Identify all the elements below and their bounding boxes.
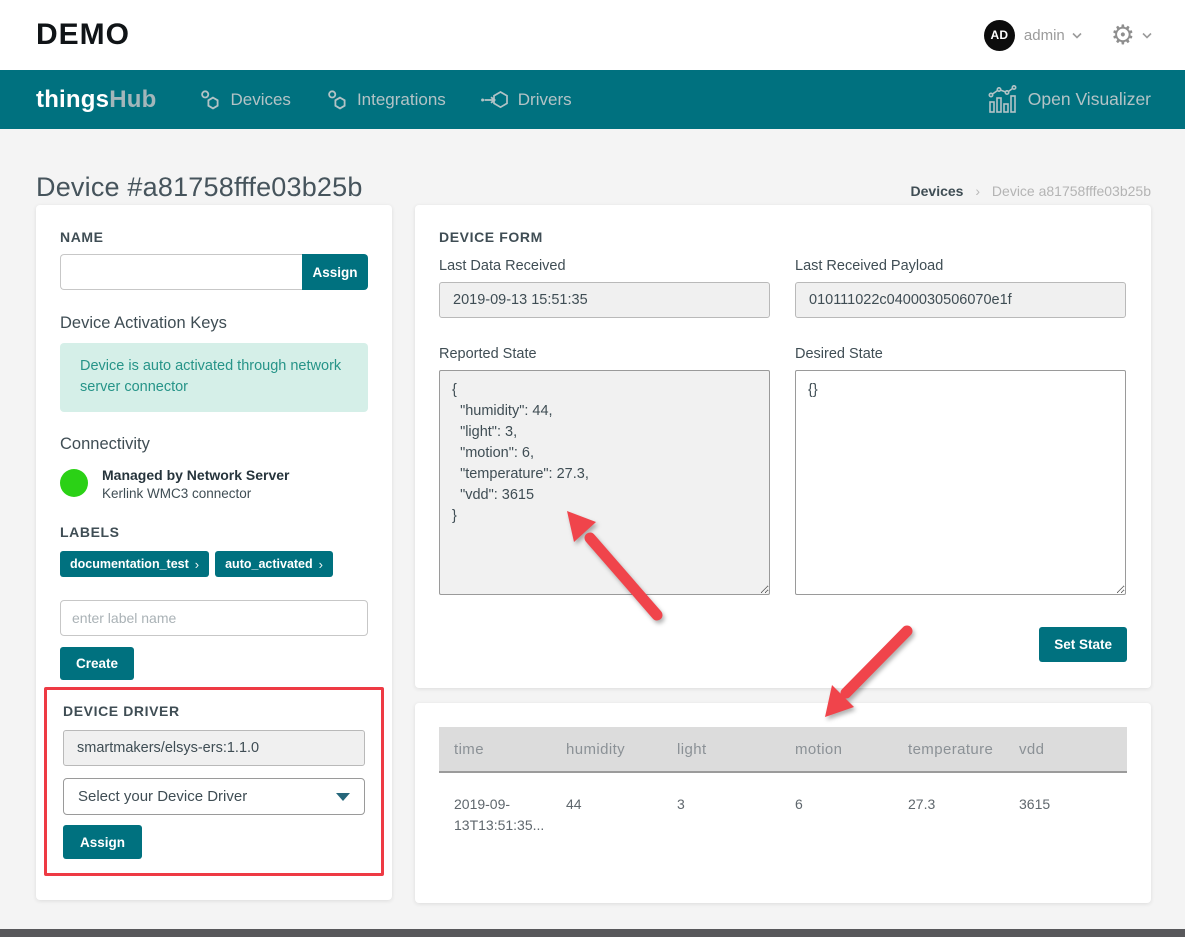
breadcrumb-separator: › [975, 183, 980, 199]
desired-state-label: Desired State [795, 346, 1126, 362]
name-section-heading: NAME [60, 229, 368, 245]
device-name-input[interactable] [60, 254, 302, 290]
cell-light: 3 [662, 794, 780, 836]
breadcrumb-devices-link[interactable]: Devices [911, 183, 964, 199]
user-name[interactable]: admin [1024, 27, 1065, 44]
desired-state-textarea[interactable]: {} [795, 370, 1126, 595]
last-data-received-label: Last Data Received [439, 258, 770, 274]
page-title: Device #a81758fffe03b25b [36, 172, 363, 203]
settings-menu-chevron-down-icon[interactable] [1142, 31, 1151, 40]
bottom-bar [0, 929, 1185, 937]
nav-item-integrations[interactable]: Integrations [325, 88, 446, 112]
telemetry-table-panel: time humidity light motion temperature v… [415, 703, 1151, 903]
brand-logo[interactable]: thingsHub [36, 86, 156, 114]
cell-humidity: 44 [551, 794, 662, 836]
column-header-light[interactable]: light [662, 741, 780, 758]
device-driver-highlight-box: DEVICE DRIVER smartmakers/elsys-ers:1.1.… [44, 687, 384, 876]
last-received-payload-field: 010111022c0400030506070e1f [795, 282, 1126, 318]
device-form-panel: DEVICE FORM Last Data Received 2019-09-1… [415, 205, 1151, 688]
last-data-received-field: 2019-09-13 15:51:35 [439, 282, 770, 318]
column-header-temperature[interactable]: temperature [893, 741, 1004, 758]
user-area: AD admin ⚙ [984, 20, 1151, 51]
cell-time: 2019-09-13T13:51:35... [439, 794, 551, 836]
column-header-vdd[interactable]: vdd [1004, 741, 1127, 758]
connectivity-status-subtitle: Kerlink WMC3 connector [102, 486, 290, 501]
connectivity-status-dot [60, 469, 88, 497]
connectivity-heading: Connectivity [60, 435, 368, 454]
nodes-icon [325, 88, 349, 112]
tag-chevron-icon: › [195, 557, 199, 572]
nodes-icon [198, 88, 222, 112]
label-name-input[interactable] [60, 600, 368, 636]
user-menu-chevron-down-icon[interactable] [1072, 31, 1081, 40]
label-tag[interactable]: documentation_test › [60, 551, 209, 577]
device-settings-panel: NAME Assign Device Activation Keys Devic… [36, 205, 392, 900]
cell-temperature: 27.3 [893, 794, 1004, 836]
telemetry-table: time humidity light motion temperature v… [439, 727, 1127, 836]
device-driver-select[interactable]: Select your Device Driver [63, 778, 365, 815]
reported-state-label: Reported State [439, 346, 770, 362]
nav-item-drivers[interactable]: Drivers [480, 89, 572, 111]
device-form-heading: DEVICE FORM [439, 229, 1127, 245]
cell-motion: 6 [780, 794, 893, 836]
top-bar: DEMO AD admin ⚙ [0, 0, 1185, 70]
last-received-payload-label: Last Received Payload [795, 258, 1126, 274]
avatar[interactable]: AD [984, 20, 1015, 51]
device-driver-heading: DEVICE DRIVER [63, 703, 365, 719]
breadcrumb: Devices › Device a81758fffe03b25b [911, 183, 1151, 203]
activation-keys-heading: Device Activation Keys [60, 314, 368, 333]
table-header-row: time humidity light motion temperature v… [439, 727, 1127, 773]
nav-item-devices[interactable]: Devices [198, 88, 290, 112]
chart-icon [987, 85, 1018, 114]
reported-state-textarea[interactable]: { "humidity": 44, "light": 3, "motion": … [439, 370, 770, 595]
column-header-motion[interactable]: motion [780, 741, 893, 758]
tag-chevron-icon: › [319, 557, 323, 572]
set-state-button[interactable]: Set State [1039, 627, 1127, 662]
current-driver-field: smartmakers/elsys-ers:1.1.0 [63, 730, 365, 766]
connectivity-status-title: Managed by Network Server [102, 467, 290, 483]
breadcrumb-current: Device a81758fffe03b25b [992, 183, 1151, 199]
cell-vdd: 3615 [1004, 794, 1127, 836]
column-header-humidity[interactable]: humidity [551, 741, 662, 758]
labels-heading: LABELS [60, 524, 368, 540]
assign-name-button[interactable]: Assign [302, 254, 368, 290]
arrow-into-hexagon-icon [480, 89, 510, 111]
label-tag[interactable]: auto_activated › [215, 551, 333, 577]
create-label-button[interactable]: Create [60, 647, 134, 680]
assign-driver-button[interactable]: Assign [63, 825, 142, 859]
select-dropdown-arrow-icon [336, 793, 350, 801]
table-row: 2019-09-13T13:51:35... 44 3 6 27.3 3615 [439, 773, 1127, 836]
gear-icon[interactable]: ⚙ [1111, 22, 1135, 49]
open-visualizer-button[interactable]: Open Visualizer [987, 85, 1151, 114]
main-nav: thingsHub Devices Integrations Drivers [0, 70, 1185, 129]
tenant-logo: DEMO [36, 18, 130, 52]
app-window: DEMO AD admin ⚙ thingsHub Devices [0, 0, 1185, 937]
column-header-time[interactable]: time [439, 741, 551, 758]
activation-info-box: Device is auto activated through network… [60, 343, 368, 412]
